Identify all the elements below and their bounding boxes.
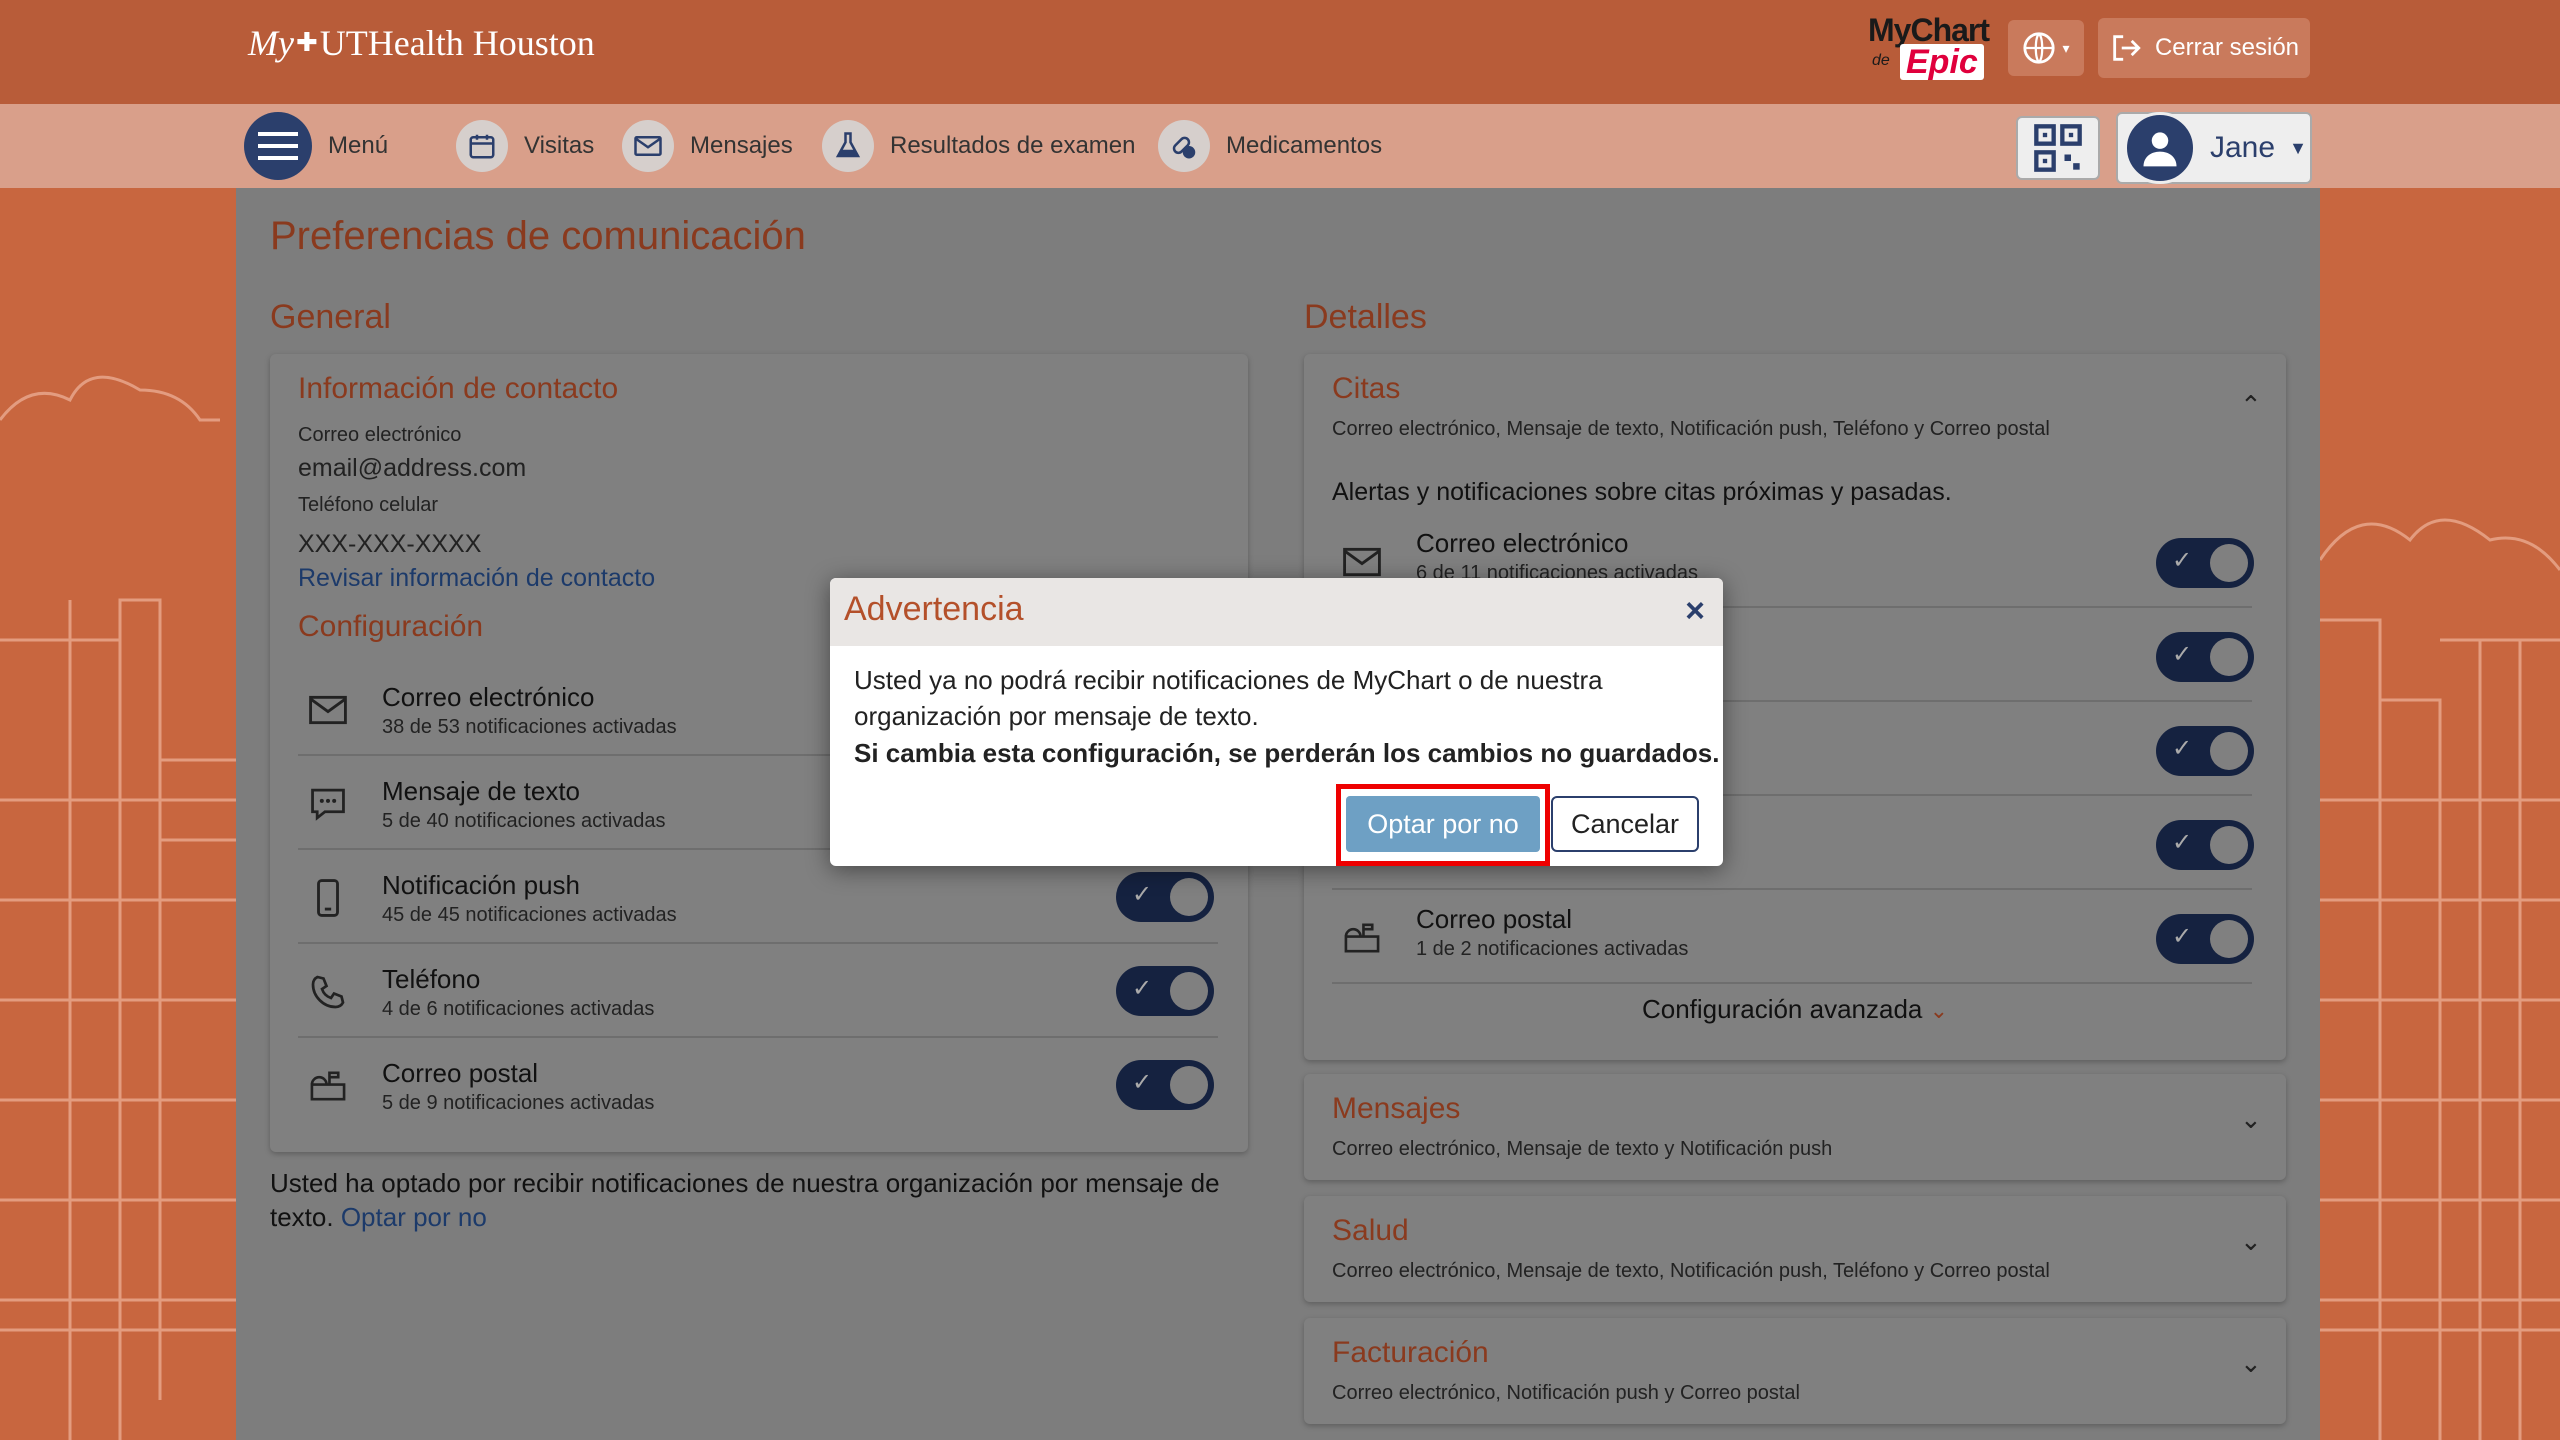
toggle-phone[interactable]: ✓: [1116, 966, 1214, 1016]
chevron-down-icon: ⌄: [2240, 1226, 2262, 1256]
dialog-title: Advertencia: [844, 590, 1024, 628]
avatar: [2124, 112, 2196, 184]
chevron-up-icon[interactable]: ⌃: [2240, 390, 2266, 420]
toggle-citas-postal[interactable]: ✓: [2156, 914, 2254, 964]
mensajes-card[interactable]: Mensajes Correo electrónico, Mensaje de …: [1304, 1074, 2286, 1180]
nav-item-mensajes[interactable]: Mensajes: [622, 118, 793, 174]
config-row-postal: Correo postal 5 de 9 notificaciones acti…: [298, 1040, 1218, 1132]
user-icon: [2143, 132, 2177, 167]
pills-icon: [1158, 120, 1210, 172]
salud-card[interactable]: Salud Correo electrónico, Mensaje de tex…: [1304, 1196, 2286, 1302]
review-contact-link[interactable]: Revisar información de contacto: [298, 564, 655, 593]
toggle-postal[interactable]: ✓: [1116, 1060, 1214, 1110]
dialog-warning: Si cambia esta configuración, se perderá…: [854, 738, 1720, 768]
chevron-down-icon: ▾: [2062, 39, 2070, 56]
chevron-down-icon: ⌄: [2240, 1104, 2262, 1134]
optout-link[interactable]: Optar por no: [341, 1202, 487, 1232]
toggle-citas-2[interactable]: ✓: [2156, 632, 2254, 682]
config-row-phone: Teléfono 4 de 6 notificaciones activadas…: [298, 946, 1218, 1038]
nav-item-visitas[interactable]: Visitas: [456, 118, 594, 174]
nav-item-medicamentos[interactable]: Medicamentos: [1158, 118, 1382, 174]
phone-device-icon: [306, 876, 350, 920]
logout-button[interactable]: Cerrar sesión: [2098, 18, 2310, 78]
config-title: Configuración: [298, 610, 484, 643]
envelope-icon: [306, 688, 350, 732]
uthealth-logo[interactable]: My ✚ UTHealth Houston: [248, 22, 595, 64]
globe-icon: [2023, 32, 2056, 64]
details-section-title: Detalles: [1304, 298, 1427, 336]
logo-cross-icon: ✚: [295, 28, 318, 57]
cancel-button[interactable]: Cancelar: [1551, 796, 1699, 852]
qr-code-button[interactable]: [2016, 116, 2100, 180]
mailbox-icon: [1340, 916, 1384, 960]
toggle-citas-3[interactable]: ✓: [2156, 726, 2254, 776]
phone-value: XXX-XXX-XXXX: [298, 530, 482, 558]
citas-title[interactable]: Citas: [1332, 372, 1400, 406]
citas-channels: Correo electrónico, Mensaje de texto, No…: [1332, 418, 2050, 440]
general-section-title: General: [270, 298, 391, 336]
dialog-message: Usted ya no podrá recibir notificaciones…: [854, 665, 1603, 731]
citas-row-postal: Correo postal 1 de 2 notificaciones acti…: [1332, 892, 2254, 984]
chevron-down-icon: ⌄: [2240, 1348, 2262, 1378]
dialog-header: Advertencia ×: [830, 578, 1723, 646]
chat-bubble-icon: [306, 782, 350, 826]
email-label: Correo electrónico: [298, 424, 462, 446]
phone-label: Teléfono celular: [298, 494, 439, 516]
menu-button[interactable]: Menú: [244, 112, 388, 180]
facturacion-card[interactable]: Facturación Correo electrónico, Notifica…: [1304, 1318, 2286, 1424]
toggle-push[interactable]: ✓: [1116, 872, 1214, 922]
user-menu-button[interactable]: Jane ▼: [2116, 112, 2312, 184]
advanced-settings-link[interactable]: Configuración avanzada ⌄: [1304, 994, 2286, 1025]
hamburger-icon: [244, 112, 312, 180]
opt-out-confirm-button[interactable]: Optar por no: [1346, 796, 1540, 852]
nav-item-resultados[interactable]: Resultados de examen: [822, 118, 1135, 174]
close-icon[interactable]: ×: [1685, 592, 1705, 631]
citas-description: Alertas y notificaciones sobre citas pró…: [1332, 478, 1952, 506]
language-button[interactable]: ▾: [2008, 20, 2084, 76]
envelope-icon: [622, 120, 674, 172]
email-value: email@address.com: [298, 454, 527, 482]
flask-icon: [822, 120, 874, 172]
phone-icon: [306, 970, 350, 1014]
toggle-citas-4[interactable]: ✓: [2156, 820, 2254, 870]
qr-code-icon: [2034, 124, 2082, 172]
page-title: Preferencias de comunicación: [270, 214, 806, 258]
logout-icon: [2113, 35, 2141, 61]
top-bar: My ✚ UTHealth Houston MyChart de Epic ▾ …: [0, 0, 2560, 104]
toggle-citas-email[interactable]: ✓: [2156, 538, 2254, 588]
contact-info-title: Información de contacto: [298, 372, 619, 405]
chevron-down-icon: ▼: [2289, 137, 2307, 158]
optout-note: Usted ha optado por recibir notificacion…: [270, 1168, 1220, 1232]
nav-bar: Menú Visitas Mensajes Resultados de exam…: [0, 104, 2560, 188]
mychart-epic-logo: MyChart de Epic: [1868, 12, 1990, 81]
calendar-icon: [456, 120, 508, 172]
chevron-down-icon: ⌄: [1929, 998, 1949, 1023]
mailbox-icon: [306, 1064, 350, 1108]
